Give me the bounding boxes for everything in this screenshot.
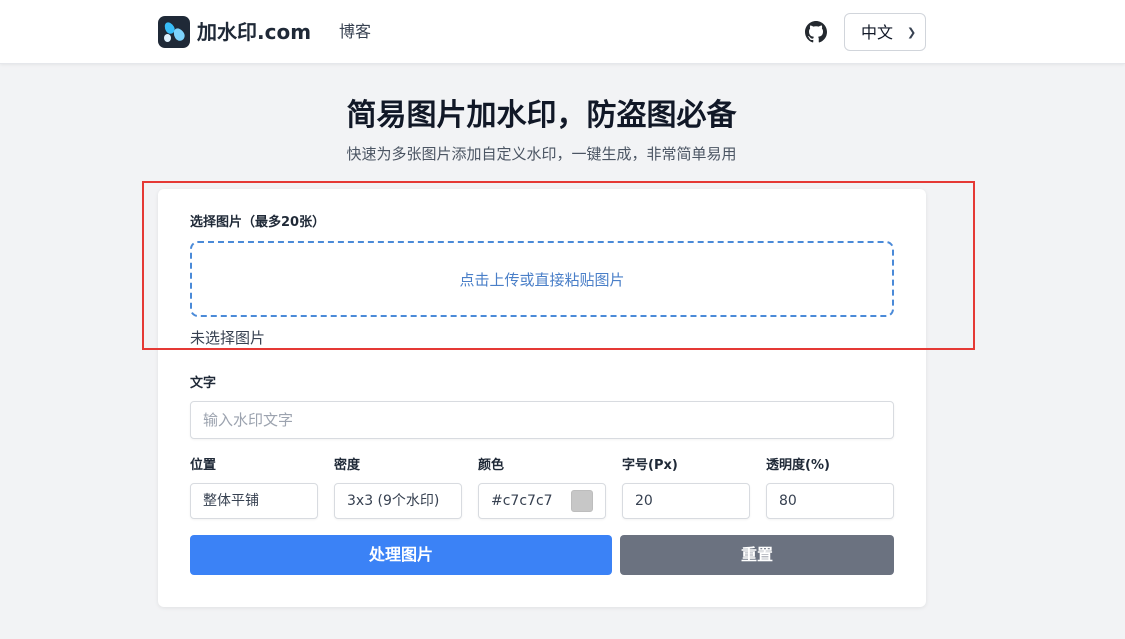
density-value: 3x3 (9个水印) [347,493,440,509]
reset-button[interactable]: 重置 [620,535,894,575]
logo-drop-2 [171,26,187,43]
language-select[interactable]: 中文 ❯ [844,13,926,51]
process-images-button[interactable]: 处理图片 [190,535,612,575]
logo-drop-3 [164,34,171,42]
opacity-input[interactable]: 80 [766,483,894,519]
page-title: 简易图片加水印，防盗图必备 [346,98,737,133]
fontsize-label: 字号(Px) [622,458,678,473]
language-label: 中文 [861,23,894,42]
color-input[interactable]: #c7c7c7 [478,483,606,519]
opacity-label: 透明度(%) [766,458,830,473]
image-upload-dropzone[interactable]: 点击上传或直接粘贴图片 [190,241,894,317]
nav-link-blog[interactable]: 博客 [339,22,371,42]
logo-icon[interactable] [158,16,190,48]
color-swatch[interactable] [571,490,593,512]
text-label: 文字 [190,376,217,391]
watermark-text-input[interactable] [190,401,894,439]
position-label: 位置 [190,458,217,473]
fontsize-input[interactable]: 20 [622,483,750,519]
density-select[interactable]: 3x3 (9个水印) [334,483,462,519]
density-label: 密度 [334,458,361,473]
github-icon[interactable] [805,21,827,43]
images-label: 选择图片（最多20张） [190,215,326,230]
dropzone-text: 点击上传或直接粘贴图片 [459,271,625,289]
opacity-value: 80 [779,493,797,509]
position-value: 整体平铺 [203,493,259,509]
no-image-status: 未选择图片 [190,329,266,347]
color-value: #c7c7c7 [491,493,553,509]
top-header: 加水印.com 博客 中文 ❯ [0,0,1125,64]
chevron-down-icon: ❯ [907,26,917,39]
brand-name[interactable]: 加水印.com [197,19,311,45]
color-label: 颜色 [478,458,505,473]
fontsize-value: 20 [635,493,653,509]
page-subtitle: 快速为多张图片添加自定义水印，一键生成，非常简单易用 [346,145,737,163]
position-select[interactable]: 整体平铺 [190,483,318,519]
